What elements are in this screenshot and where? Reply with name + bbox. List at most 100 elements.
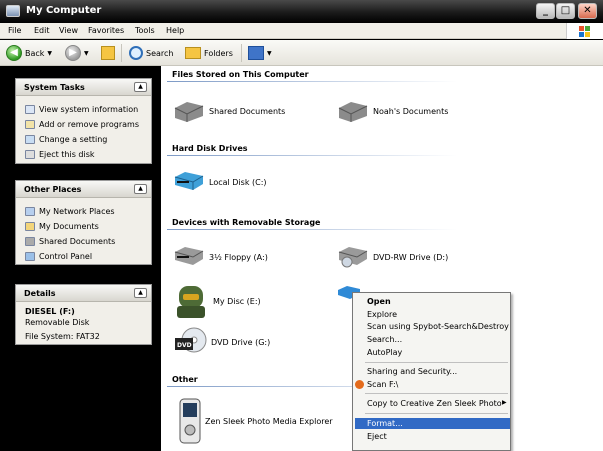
details-header[interactable]: Details ▲: [16, 285, 151, 302]
documents-folder-icon: [25, 222, 35, 231]
place-my-documents[interactable]: My Documents: [16, 219, 151, 234]
section-divider: [167, 229, 457, 230]
menu-search[interactable]: Search...: [367, 335, 402, 344]
collapse-icon[interactable]: ▲: [134, 184, 147, 194]
floppy-drive-icon: [174, 247, 204, 265]
title-bar: My Computer _ □ ✕: [0, 0, 603, 23]
views-icon: [248, 46, 264, 60]
folder-icon: [185, 47, 201, 59]
svg-text:DVD: DVD: [177, 342, 192, 349]
master-chief-icon: [177, 286, 205, 318]
task-pane: System Tasks ▲ View system information A…: [0, 66, 161, 451]
floppy-a-item[interactable]: 3½ Floppy (A:): [173, 246, 268, 268]
section-files-header: Files Stored on This Computer: [172, 70, 309, 79]
shared-folder-icon: [174, 102, 204, 122]
menu-favorites[interactable]: Favorites: [88, 26, 124, 35]
menu-eject[interactable]: Eject: [367, 432, 387, 441]
menu-scan-drive[interactable]: Scan F:\: [367, 380, 398, 389]
menu-tools[interactable]: Tools: [135, 26, 155, 35]
menu-bar: File Edit View Favorites Tools Help: [0, 23, 603, 39]
menu-format[interactable]: Format...: [367, 419, 403, 428]
noahs-documents-item[interactable]: Noah's Documents: [337, 98, 448, 124]
collapse-icon[interactable]: ▲: [134, 288, 147, 298]
shared-folder-icon: [25, 237, 35, 246]
search-icon: [129, 46, 143, 60]
local-disk-c-item[interactable]: Local Disk (C:): [173, 171, 267, 193]
section-other-header: Other: [172, 375, 198, 384]
computer-icon: [6, 5, 20, 17]
control-panel-icon: [25, 252, 35, 261]
menu-edit[interactable]: Edit: [34, 26, 50, 35]
up-folder-icon: [101, 46, 115, 60]
forward-arrow-icon: ▶: [65, 45, 81, 61]
toolbar: ◀ Back ▼ ▶ ▼ Search Folders ▼: [0, 40, 603, 66]
task-view-system-info[interactable]: View system information: [16, 102, 151, 117]
toolbar-separator: [241, 44, 242, 62]
programs-icon: [25, 120, 35, 129]
details-file-system: File System: FAT32: [25, 332, 100, 341]
menu-help[interactable]: Help: [166, 26, 184, 35]
forward-button[interactable]: ▶ ▼: [65, 43, 89, 63]
menu-separator: [365, 362, 508, 363]
toolbar-separator: [121, 44, 122, 62]
views-button[interactable]: ▼: [248, 43, 272, 63]
collapse-icon[interactable]: ▲: [134, 82, 147, 92]
menu-autoplay[interactable]: AutoPlay: [367, 348, 402, 357]
section-divider: [167, 155, 457, 156]
dvd-g-item[interactable]: DVD DVD Drive (G:): [173, 326, 270, 358]
menu-open[interactable]: Open: [367, 297, 391, 306]
other-places-panel: Other Places ▲ My Network Places My Docu…: [15, 180, 152, 265]
menu-file[interactable]: File: [8, 26, 21, 35]
folders-button[interactable]: Folders: [185, 43, 233, 63]
system-tasks-panel: System Tasks ▲ View system information A…: [15, 78, 152, 164]
control-panel-icon: [25, 135, 35, 144]
hard-drive-icon: [174, 172, 204, 190]
section-divider: [167, 81, 457, 82]
chevron-down-icon: ▼: [84, 49, 89, 57]
menu-separator: [365, 393, 508, 394]
windows-logo-icon: [566, 23, 603, 39]
details-panel: Details ▲ DIESEL (F:) Removable Disk Fil…: [15, 284, 152, 345]
menu-explore[interactable]: Explore: [367, 310, 397, 319]
system-info-icon: [25, 105, 35, 114]
minimize-button[interactable]: _: [536, 3, 555, 19]
antivirus-icon: [355, 380, 364, 389]
place-my-network-places[interactable]: My Network Places: [16, 204, 151, 219]
folder-icon: [338, 102, 368, 122]
back-button[interactable]: ◀ Back ▼: [6, 43, 52, 63]
media-player-icon: [179, 398, 201, 444]
menu-copy-to-zen[interactable]: Copy to Creative Zen Sleek Photo: [367, 399, 502, 408]
details-drive-name: DIESEL (F:): [25, 307, 75, 316]
maximize-button[interactable]: □: [556, 3, 575, 19]
dvd-disc-icon: DVD: [175, 327, 207, 353]
window-title: My Computer: [26, 5, 102, 16]
network-icon: [25, 207, 35, 216]
place-shared-documents[interactable]: Shared Documents: [16, 234, 151, 249]
back-arrow-icon: ◀: [6, 45, 22, 61]
dvd-rw-drive-icon: [338, 247, 368, 268]
section-removable-header: Devices with Removable Storage: [172, 218, 321, 227]
other-places-header[interactable]: Other Places ▲: [16, 181, 151, 198]
task-add-remove-programs[interactable]: Add or remove programs: [16, 117, 151, 132]
menu-spybot-scan[interactable]: Scan using Spybot-Search&Destroy: [367, 322, 509, 331]
menu-sharing-security[interactable]: Sharing and Security...: [367, 367, 457, 376]
details-drive-type: Removable Disk: [25, 318, 90, 327]
section-hdd-header: Hard Disk Drives: [172, 144, 248, 153]
shared-documents-item[interactable]: Shared Documents: [173, 98, 285, 124]
up-folder-button[interactable]: [101, 43, 115, 63]
task-change-setting[interactable]: Change a setting: [16, 132, 151, 147]
zen-sleek-item[interactable]: Zen Sleek Photo Media Explorer: [179, 398, 333, 444]
eject-icon: [25, 150, 35, 159]
close-button[interactable]: ✕: [578, 3, 597, 19]
task-eject-disk[interactable]: Eject this disk: [16, 147, 151, 162]
chevron-down-icon: ▼: [47, 49, 53, 57]
chevron-down-icon: ▼: [267, 49, 272, 57]
place-control-panel[interactable]: Control Panel: [16, 249, 151, 264]
menu-separator: [365, 413, 508, 414]
search-button[interactable]: Search: [129, 43, 173, 63]
context-menu: Open Explore Scan using Spybot-Search&De…: [352, 292, 511, 451]
system-tasks-header[interactable]: System Tasks ▲: [16, 79, 151, 96]
menu-view[interactable]: View: [59, 26, 78, 35]
dvdrw-d-item[interactable]: DVD-RW Drive (D:): [337, 246, 448, 268]
my-disc-e-item[interactable]: My Disc (E:): [173, 284, 261, 318]
